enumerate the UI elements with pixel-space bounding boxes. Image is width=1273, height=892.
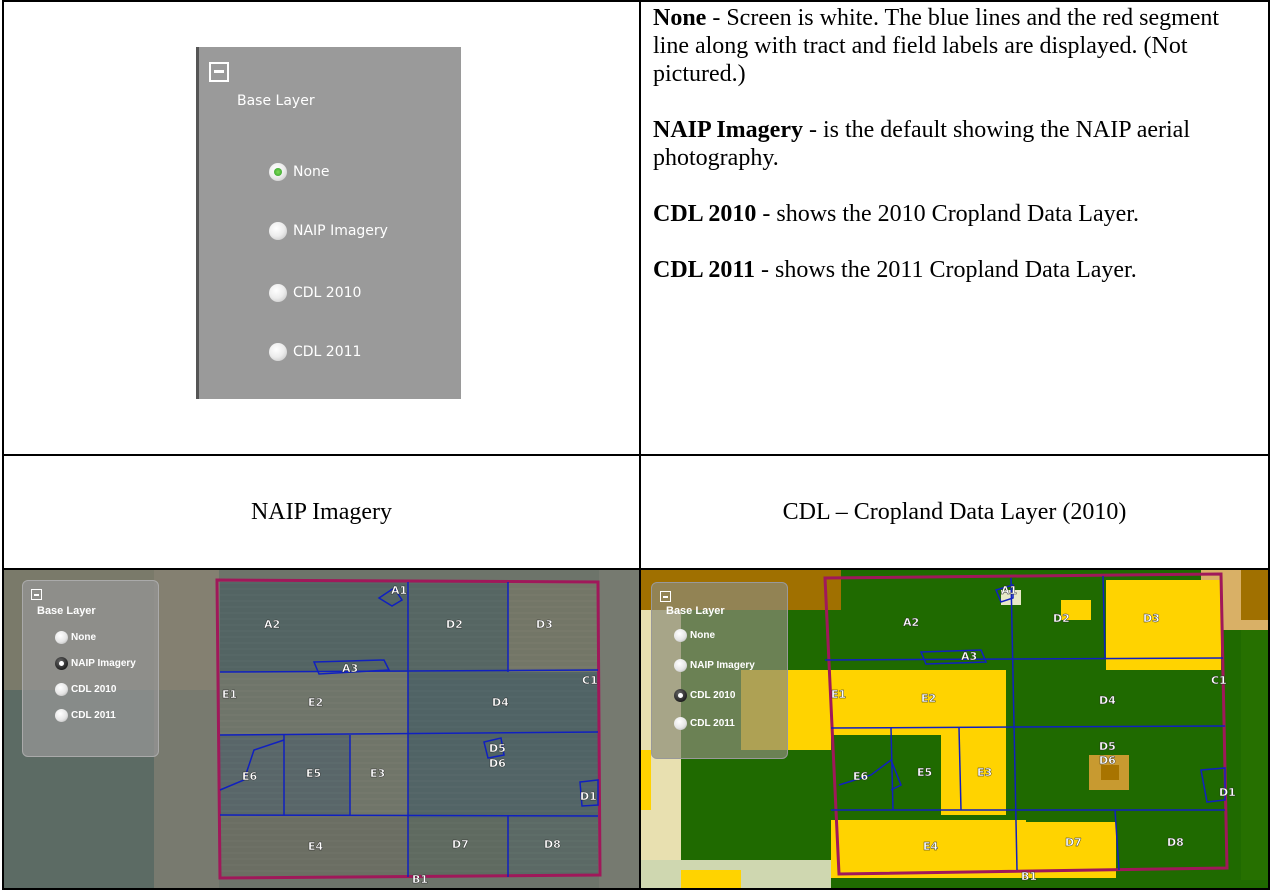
- option-none[interactable]: None: [674, 629, 715, 642]
- option-naip-imagery[interactable]: NAIP Imagery: [55, 657, 136, 670]
- radio-icon[interactable]: [269, 222, 287, 240]
- option-cdl-2010[interactable]: CDL 2010: [269, 284, 361, 302]
- radio-icon[interactable]: [674, 629, 687, 642]
- base-layer-panel: Base Layer None NAIP Imagery CDL 2010 CD…: [196, 47, 461, 399]
- caption-naip: NAIP Imagery: [2, 454, 641, 570]
- option-cdl-2011[interactable]: CDL 2011: [55, 709, 116, 722]
- svg-text:D2: D2: [1053, 612, 1070, 625]
- desc-none: None - Screen is white. The blue lines a…: [653, 5, 1220, 87]
- svg-text:C1: C1: [1211, 674, 1227, 687]
- svg-text:E2: E2: [921, 692, 936, 705]
- svg-text:D7: D7: [1065, 836, 1082, 849]
- radio-icon[interactable]: [269, 343, 287, 361]
- svg-text:D7: D7: [452, 838, 469, 851]
- svg-text:E6: E6: [853, 770, 869, 783]
- panel-title: Base Layer: [37, 605, 96, 617]
- svg-text:A2: A2: [264, 618, 280, 631]
- radio-icon[interactable]: [55, 631, 68, 644]
- description-cell: None - Screen is white. The blue lines a…: [639, 0, 1270, 456]
- svg-text:E3: E3: [370, 767, 385, 780]
- svg-text:D8: D8: [544, 838, 561, 851]
- desc-cdl-2010: CDL 2010 - shows the 2010 Cropland Data …: [653, 201, 1139, 227]
- svg-text:E5: E5: [306, 767, 321, 780]
- svg-text:A2: A2: [903, 616, 919, 629]
- collapse-icon[interactable]: [209, 62, 229, 82]
- cdl-base-layer-panel: Base Layer None NAIP Imagery CDL 2010 CD…: [651, 582, 788, 759]
- svg-text:D8: D8: [1167, 836, 1184, 849]
- option-naip-imagery[interactable]: NAIP Imagery: [269, 222, 388, 240]
- svg-text:E3: E3: [977, 766, 992, 779]
- radio-selected-icon[interactable]: [55, 657, 68, 670]
- naip-map[interactable]: A1 A2 A3 D2 D3 C1 E1 E2 D4 D5 D6 E6 E5 E…: [5, 571, 638, 887]
- base-layer-title: Base Layer: [237, 93, 315, 109]
- svg-text:E6: E6: [242, 770, 258, 783]
- option-label: CDL 2010: [293, 285, 362, 301]
- option-none[interactable]: None: [269, 163, 330, 181]
- radio-icon[interactable]: [55, 709, 68, 722]
- naip-map-cell: A1 A2 A3 D2 D3 C1 E1 E2 D4 D5 D6 E6 E5 E…: [2, 568, 641, 890]
- document-table: Base Layer None NAIP Imagery CDL 2010 CD…: [2, 0, 1270, 890]
- option-none[interactable]: None: [55, 631, 96, 644]
- svg-text:A1: A1: [1001, 584, 1017, 597]
- svg-text:E1: E1: [831, 688, 846, 701]
- caption-cdl: CDL – Cropland Data Layer (2010): [639, 454, 1270, 570]
- option-cdl-2011[interactable]: CDL 2011: [269, 343, 361, 361]
- cdl-map[interactable]: A1 A2 A3 D2 D3 C1 E1 E2 D4 D5 D6 E6 E5 E…: [642, 571, 1267, 887]
- svg-text:E4: E4: [308, 840, 324, 853]
- svg-text:D5: D5: [1099, 740, 1116, 753]
- option-label: CDL 2011: [293, 344, 362, 360]
- option-cdl-2010[interactable]: CDL 2010: [55, 683, 116, 696]
- svg-text:E2: E2: [308, 696, 323, 709]
- svg-text:A1: A1: [391, 584, 407, 597]
- svg-text:B1: B1: [1021, 870, 1037, 883]
- radio-selected-icon[interactable]: [269, 163, 287, 181]
- svg-text:C1: C1: [582, 674, 598, 687]
- svg-text:A3: A3: [961, 650, 977, 663]
- radio-icon[interactable]: [55, 683, 68, 696]
- radio-selected-icon[interactable]: [674, 689, 687, 702]
- option-naip-imagery[interactable]: NAIP Imagery: [674, 659, 755, 672]
- svg-text:D4: D4: [492, 696, 509, 709]
- svg-text:E5: E5: [917, 766, 932, 779]
- desc-naip: NAIP Imagery - is the default showing th…: [653, 117, 1190, 171]
- svg-text:D3: D3: [1143, 612, 1160, 625]
- base-layer-cell: Base Layer None NAIP Imagery CDL 2010 CD…: [2, 0, 641, 456]
- collapse-icon[interactable]: [31, 589, 42, 600]
- radio-icon[interactable]: [269, 284, 287, 302]
- svg-text:D5: D5: [489, 742, 506, 755]
- svg-text:B1: B1: [412, 873, 428, 886]
- svg-text:D4: D4: [1099, 694, 1116, 707]
- radio-icon[interactable]: [674, 717, 687, 730]
- option-label: NAIP Imagery: [293, 223, 388, 239]
- svg-text:D1: D1: [1219, 786, 1236, 799]
- svg-text:D1: D1: [580, 790, 597, 803]
- cdl-map-cell: A1 A2 A3 D2 D3 C1 E1 E2 D4 D5 D6 E6 E5 E…: [639, 568, 1270, 890]
- naip-base-layer-panel: Base Layer None NAIP Imagery CDL 2010 CD…: [22, 580, 159, 757]
- radio-icon[interactable]: [674, 659, 687, 672]
- svg-text:A3: A3: [342, 662, 358, 675]
- svg-text:D6: D6: [489, 757, 506, 770]
- collapse-icon[interactable]: [660, 591, 671, 602]
- svg-text:E4: E4: [923, 840, 939, 853]
- svg-text:D6: D6: [1099, 754, 1116, 767]
- svg-text:D2: D2: [446, 618, 463, 631]
- desc-cdl-2011: CDL 2011 - shows the 2011 Cropland Data …: [653, 257, 1137, 283]
- svg-text:E1: E1: [222, 688, 237, 701]
- option-label: None: [293, 164, 330, 180]
- option-cdl-2010[interactable]: CDL 2010: [674, 689, 735, 702]
- svg-text:D3: D3: [536, 618, 553, 631]
- panel-title: Base Layer: [666, 605, 725, 617]
- option-cdl-2011[interactable]: CDL 2011: [674, 717, 735, 730]
